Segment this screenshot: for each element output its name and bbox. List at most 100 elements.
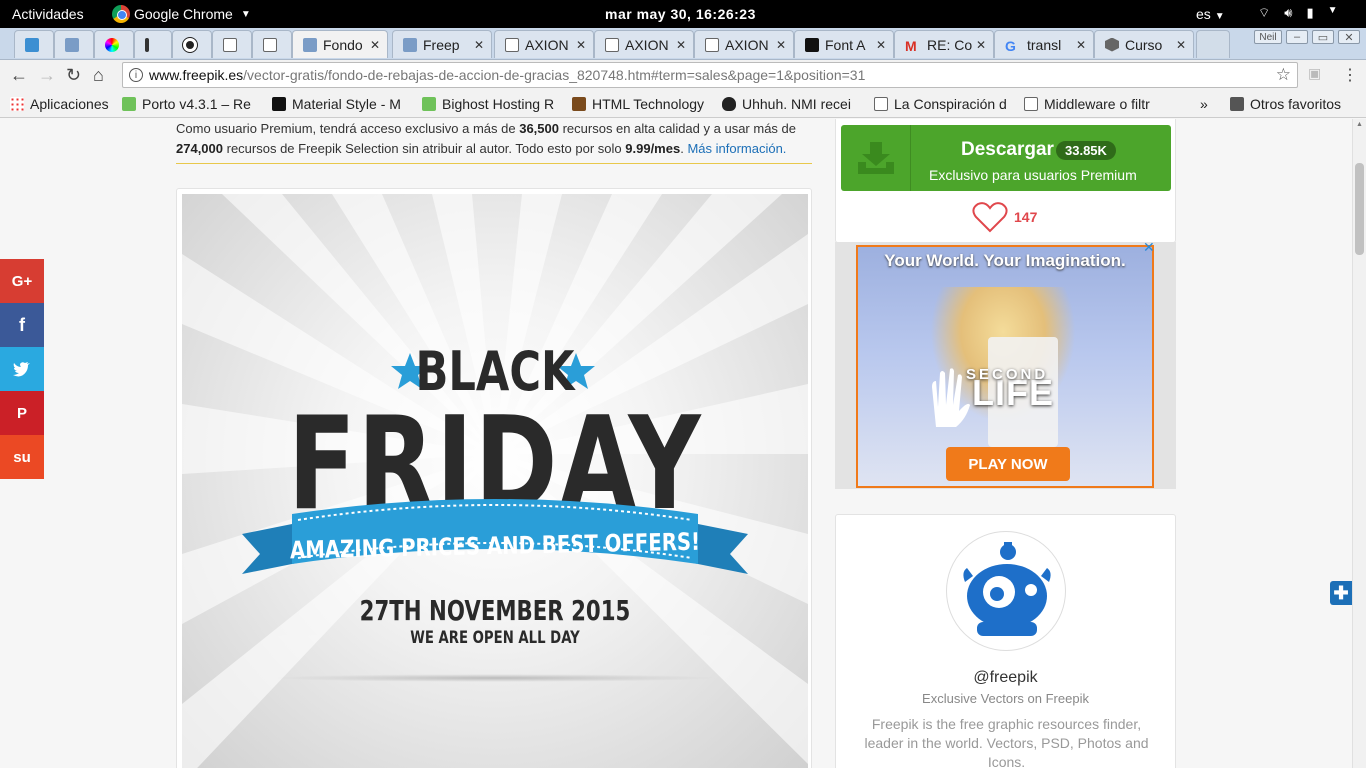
tab-translate[interactable]: Gtransl ✕ xyxy=(994,30,1094,58)
tab-fondo[interactable]: Fondo ✕ xyxy=(292,30,388,58)
reload-icon[interactable]: ↻ xyxy=(66,65,81,86)
extension-icon[interactable]: ▣ xyxy=(1308,65,1321,82)
clock[interactable]: mar may 30, 16:26:23 xyxy=(605,6,756,22)
star-icon[interactable]: ☆ xyxy=(1276,65,1291,85)
close-icon[interactable]: ✕ xyxy=(673,38,689,52)
bookmark-label: Uhhuh. NMI recei xyxy=(742,96,851,112)
tab-axion[interactable]: AXION ✕ xyxy=(594,30,694,58)
bookmark-porto[interactable]: Porto v4.3.1 – Re xyxy=(122,96,262,112)
tab[interactable] xyxy=(94,30,134,58)
more-bookmarks-icon[interactable]: » xyxy=(1200,96,1208,112)
tab[interactable] xyxy=(54,30,94,58)
ad-choices-icon[interactable]: ✕ xyxy=(1143,239,1157,255)
tab-axion[interactable]: AXION ✕ xyxy=(494,30,594,58)
back-arrow-icon[interactable]: ← xyxy=(10,65,28,86)
pen-icon xyxy=(145,37,149,52)
black-friday-preview-image[interactable]: BLACK FRIDAY AMAZING PRICES AND BEST OFF… xyxy=(182,194,808,768)
forward-arrow-icon[interactable]: → xyxy=(38,65,56,86)
download-button[interactable]: Descargar 33.85K Exclusivo para usuarios… xyxy=(841,125,1171,191)
tab-axion[interactable]: AXION ✕ xyxy=(694,30,794,58)
bookmark-label: La Conspiración d xyxy=(894,96,1007,112)
bookmark-material-style[interactable]: Material Style - M xyxy=(272,96,410,112)
tab-curso[interactable]: Curso ✕ xyxy=(1094,30,1194,58)
bookmark-middleware[interactable]: Middleware o filtr xyxy=(1024,96,1164,112)
activities-button[interactable]: Actividades xyxy=(12,6,84,22)
penguin-icon xyxy=(722,97,736,111)
advertisement[interactable]: Your World. Your Imagination. SECOND LIFE… xyxy=(835,242,1176,489)
like-button[interactable]: 147 xyxy=(972,201,1037,233)
scroll-up-arrow-icon[interactable]: ▲ xyxy=(1356,121,1363,128)
page-scrollbar[interactable]: ▲ xyxy=(1352,119,1366,768)
play-now-button[interactable]: PLAY NOW xyxy=(946,447,1070,481)
google-plus-share-button[interactable]: G+ xyxy=(0,259,44,303)
tab-label: AXION xyxy=(525,36,569,53)
profile-badge[interactable]: Neil xyxy=(1254,30,1282,44)
record-icon xyxy=(182,36,198,53)
page-icon xyxy=(223,37,237,52)
close-icon[interactable]: ✕ xyxy=(1073,38,1089,52)
tab-label: transl xyxy=(1027,36,1062,53)
minimize-icon[interactable]: – xyxy=(1286,30,1308,44)
bookmark-label: HTML Technology xyxy=(592,96,705,112)
author-handle[interactable]: @freepik xyxy=(836,669,1175,687)
bookmark-nmi[interactable]: Uhhuh. NMI recei xyxy=(722,96,862,112)
tab[interactable] xyxy=(134,30,172,58)
close-icon[interactable]: ✕ xyxy=(573,38,589,52)
preview-card: BLACK FRIDAY AMAZING PRICES AND BEST OFF… xyxy=(176,188,812,768)
chevron-down-icon: ▼ xyxy=(1214,11,1225,22)
facebook-share-button[interactable]: f xyxy=(0,303,44,347)
tab-strip: Fondo ✕ Freep ✕ AXION ✕ AXION ✕ AXION ✕ Font … xyxy=(0,28,1366,60)
bookmark-conspiracion[interactable]: La Conspiración d xyxy=(874,96,1014,112)
chevron-down-icon: ▼ xyxy=(1327,5,1338,16)
notice-text: Como usuario Premium, tendrá acceso excl… xyxy=(176,121,520,136)
close-icon[interactable]: ✕ xyxy=(873,38,889,52)
close-icon[interactable]: ✕ xyxy=(471,38,487,52)
notice-count: 36,500 xyxy=(519,121,559,136)
close-window-icon[interactable]: ✕ xyxy=(1338,30,1360,44)
bookmark-html-technology[interactable]: HTML Technology xyxy=(572,96,712,112)
scrollbar-thumb[interactable] xyxy=(1355,163,1364,255)
download-panel: Descargar 33.85K Exclusivo para usuarios… xyxy=(835,119,1176,243)
close-icon[interactable]: ✕ xyxy=(367,38,383,52)
flag-icon xyxy=(805,37,819,52)
more-info-link[interactable]: Más información. xyxy=(687,141,786,156)
tab[interactable] xyxy=(252,30,292,58)
tab-font-awesome[interactable]: Font A ✕ xyxy=(794,30,894,58)
text-shadow xyxy=(272,674,718,682)
envato-icon xyxy=(122,97,136,111)
maximize-icon[interactable]: ▭ xyxy=(1312,30,1334,44)
author-description: Freepik is the free graphic resources fi… xyxy=(864,716,1149,768)
menu-icon[interactable]: ⋮ xyxy=(1342,65,1358,85)
address-bar[interactable]: i www.freepik.es/vector-gratis/fondo-de-… xyxy=(122,62,1298,88)
bookmark-bighost[interactable]: Bighost Hosting R xyxy=(422,96,562,112)
add-button[interactable]: ✚ xyxy=(1330,581,1352,605)
download-sublabel: Exclusivo para usuarios Premium xyxy=(929,167,1137,183)
close-icon[interactable]: ✕ xyxy=(973,38,989,52)
tab-gmail[interactable]: M RE: Co ✕ xyxy=(894,30,994,58)
envato-icon xyxy=(422,97,436,111)
tab-freepik[interactable]: Freep ✕ xyxy=(392,30,492,58)
home-icon[interactable]: ⌂ xyxy=(93,65,104,86)
bookmark-label: Middleware o filtr xyxy=(1044,96,1150,112)
tab[interactable] xyxy=(14,30,54,58)
bookmark-apps[interactable]: Aplicaciones xyxy=(10,96,109,112)
new-tab-button[interactable] xyxy=(1196,30,1230,58)
bookmark-other[interactable]: Otros favoritos xyxy=(1230,96,1341,112)
twitter-share-button[interactable] xyxy=(0,347,44,391)
second-life-ad[interactable]: Your World. Your Imagination. SECOND LIFE… xyxy=(856,245,1154,488)
language-selector[interactable]: es ▼ xyxy=(1196,6,1225,22)
bookmark-label: Porto v4.3.1 – Re xyxy=(142,96,251,112)
system-tray[interactable]: ⌔ 🔊︎ ▮ ▼ xyxy=(1258,5,1338,21)
tab[interactable] xyxy=(212,30,252,58)
notice-text: recursos de Freepik Selection sin atribu… xyxy=(223,141,626,156)
author-profile-card: @freepik Exclusive Vectors on Freepik Fr… xyxy=(835,514,1176,768)
tab[interactable] xyxy=(172,30,212,58)
system-top-bar: Actividades Google Chrome ▼ mar may 30, … xyxy=(0,0,1366,28)
freepik-avatar[interactable] xyxy=(946,531,1066,651)
stumbleupon-share-button[interactable]: su xyxy=(0,435,44,479)
pinterest-share-button[interactable]: P xyxy=(0,391,44,435)
app-menu[interactable]: Google Chrome ▼ xyxy=(112,2,251,26)
close-icon[interactable]: ✕ xyxy=(773,38,789,52)
info-icon[interactable]: i xyxy=(129,68,143,82)
close-icon[interactable]: ✕ xyxy=(1173,38,1189,52)
